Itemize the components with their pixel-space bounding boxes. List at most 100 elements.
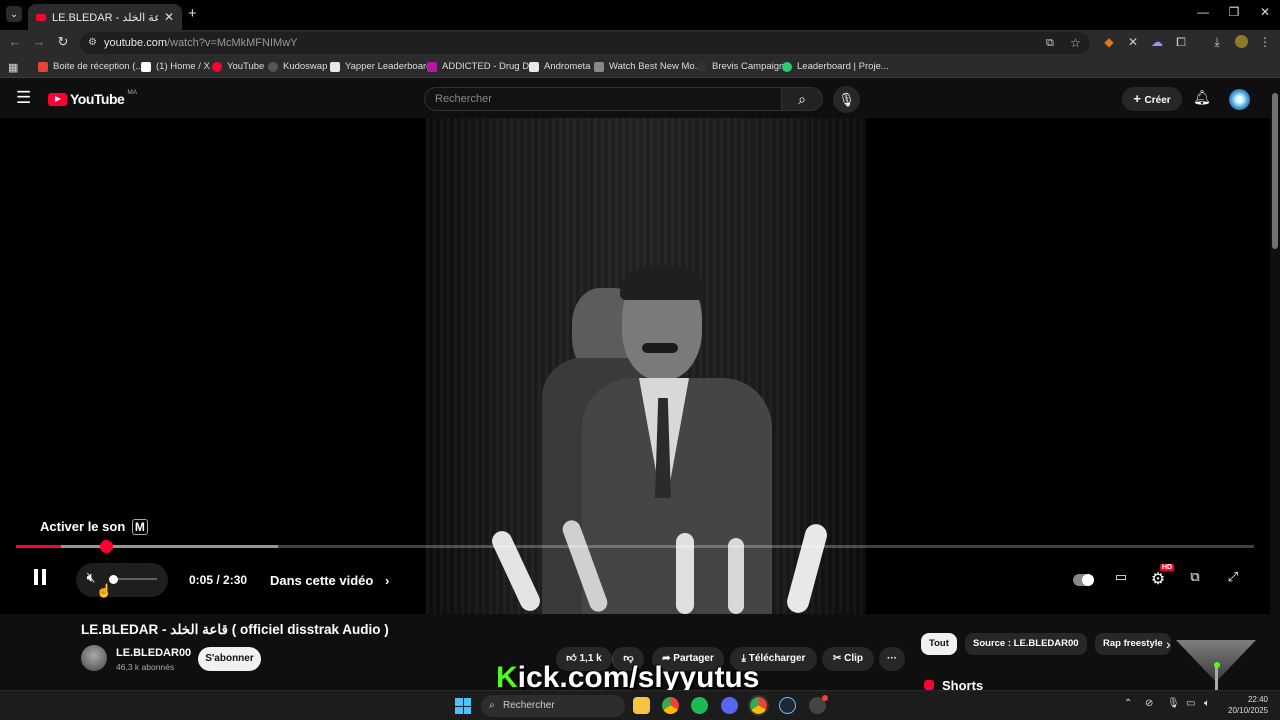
scrollbar-thumb[interactable] <box>1272 93 1278 249</box>
chip-rap-freestyle[interactable]: Rap freestyle <box>1095 633 1171 655</box>
autoplay-toggle[interactable] <box>1073 574 1094 586</box>
bookmark-item[interactable]: YouTube <box>212 61 264 72</box>
account-avatar[interactable] <box>1229 89 1250 110</box>
extension-x-icon[interactable]: ✕ <box>1124 35 1142 49</box>
clip-button[interactable]: ✂ Clip <box>822 647 874 671</box>
youtube-icon <box>212 61 222 72</box>
search-input[interactable]: Rechercher <box>424 87 782 111</box>
steam-icon[interactable] <box>779 697 796 714</box>
back-icon[interactable]: ← <box>6 34 24 49</box>
bookmark-item[interactable]: Leaderboard | Proje... <box>782 61 889 72</box>
search-button[interactable]: ⌕ <box>781 87 823 111</box>
shorts-logo-icon <box>924 680 934 690</box>
movies-icon <box>594 61 604 72</box>
brevis-icon <box>697 61 707 72</box>
install-app-icon[interactable]: ⧉ <box>1046 32 1054 54</box>
browser-tab-strip: ⌄ LE.BLEDAR - قاعة الخلد ( officiel diss… <box>0 0 1280 30</box>
tray-microphone-icon[interactable]: 🎙 <box>1167 698 1180 709</box>
windows-taskbar: ⌕ Rechercher ⌃ ⊘ 🎙 ▭ 🔈︎ 22:40 20/10/2025 <box>0 690 1280 720</box>
window-close-icon[interactable]: ✕ <box>1250 5 1280 19</box>
channel-avatar[interactable] <box>81 645 107 671</box>
chip-all[interactable]: Tout <box>921 633 957 655</box>
notifications-bell-icon[interactable]: 🔔︎ <box>1193 89 1211 106</box>
subscriber-count: 46,3 k abonnés <box>116 662 175 672</box>
clock-date: 20/10/2025 <box>1228 706 1269 715</box>
progress-played <box>16 545 61 548</box>
bookmark-item[interactable]: Brevis Campaign <box>697 61 784 72</box>
youtube-play-logo-icon <box>48 92 67 106</box>
progress-scrubber-handle[interactable] <box>99 540 113 553</box>
gmail-icon <box>38 61 48 72</box>
bookmark-star-icon[interactable]: ☆ <box>1070 32 1081 54</box>
active-tab[interactable]: LE.BLEDAR - قاعة الخلد ( officiel disstr… <box>28 4 182 30</box>
bookmark-item[interactable]: Yapper Leaderboard <box>330 61 431 72</box>
discord-icon[interactable] <box>721 697 738 714</box>
create-button[interactable]: + Créer <box>1122 87 1182 111</box>
andrometa-icon <box>529 61 539 72</box>
subscribe-button[interactable]: S'abonner <box>198 647 261 671</box>
extension-metamask-icon[interactable]: ◆ <box>1100 35 1118 49</box>
chrome-active-icon[interactable] <box>748 695 769 716</box>
page-scrollbar[interactable] <box>1270 79 1280 690</box>
unmute-prompt[interactable]: Activer le son M <box>40 519 148 535</box>
chip-source[interactable]: Source : LE.BLEDAR00 <box>965 633 1087 655</box>
system-clock[interactable]: 22:40 20/10/2025 <box>1228 694 1268 716</box>
video-frame <box>426 118 866 614</box>
subtitles-button[interactable]: ▭ <box>1111 569 1131 585</box>
extensions-puzzle-icon[interactable]: ⧠ <box>1172 35 1190 50</box>
reload-icon[interactable]: ↻ <box>54 34 72 50</box>
spotify-icon[interactable] <box>691 697 708 714</box>
bookmark-item[interactable]: Kudoswap <box>268 61 327 72</box>
chrome-icon[interactable] <box>662 697 679 714</box>
region-code: MA <box>127 88 138 96</box>
guide-menu-icon[interactable]: ☰ <box>16 88 31 108</box>
bookmark-item[interactable]: Boite de réception (... <box>38 61 143 72</box>
tray-volume-icon[interactable]: 🔈︎ <box>1204 698 1210 709</box>
tab-list-button[interactable]: ⌄ <box>6 6 22 22</box>
addicted-icon <box>427 61 437 72</box>
tab-close-icon[interactable]: ✕ <box>164 10 174 24</box>
apps-grid-icon[interactable]: ▦ <box>8 61 18 74</box>
fullscreen-button[interactable]: ⤢ <box>1223 569 1243 585</box>
tray-network-off-icon[interactable]: ⊘ <box>1145 698 1153 709</box>
app-notification-icon[interactable] <box>809 695 828 714</box>
volume-slider[interactable] <box>113 578 157 580</box>
site-info-icon[interactable]: ⚙ <box>88 32 97 54</box>
settings-button[interactable]: ⚙ <box>1148 569 1168 589</box>
profile-avatar-icon[interactable] <box>1232 35 1250 51</box>
downloads-icon[interactable]: ⤓ <box>1208 35 1226 50</box>
tray-chevron-icon[interactable]: ⌃ <box>1124 698 1132 709</box>
youtube-wordmark: YouTube <box>70 91 125 107</box>
voice-search-button[interactable]: 🎙 <box>833 86 860 113</box>
miniplayer-button[interactable]: ⧉ <box>1185 569 1205 585</box>
channel-name[interactable]: LE.BLEDAR00 <box>116 647 191 659</box>
muted-speaker-icon: 🔇︎ <box>86 569 96 585</box>
pause-icon <box>34 569 38 585</box>
bookmark-item[interactable]: Watch Best New Mo... <box>594 61 703 72</box>
start-windows-icon[interactable] <box>455 698 471 714</box>
search-icon: ⌕ <box>489 700 495 711</box>
address-bar[interactable]: ⚙ youtube.com/watch?v=McMkMFNIMwY ⧉ ☆ <box>80 32 1090 54</box>
chapter-button[interactable]: Dans cette vidéo › <box>270 573 389 588</box>
tray-display-icon[interactable]: ▭ <box>1186 698 1195 709</box>
forward-icon[interactable]: → <box>30 34 48 49</box>
more-actions-button[interactable]: ··· <box>879 647 905 671</box>
microphones <box>488 517 830 614</box>
pause-button[interactable] <box>30 569 50 590</box>
taskbar-search[interactable]: ⌕ Rechercher <box>481 695 625 717</box>
video-player[interactable]: Activer le son M 🔇︎ ☝ 0:05 / 2:30 Dans c… <box>0 118 1270 614</box>
bookmark-item[interactable]: (1) Home / X <box>141 61 210 72</box>
youtube-logo[interactable]: YouTube MA <box>48 88 138 107</box>
bookmark-item[interactable]: Andrometa <box>529 61 590 72</box>
minimize-icon[interactable]: — <box>1188 5 1218 19</box>
browser-menu-icon[interactable]: ⋮ <box>1256 35 1274 49</box>
mouse-cursor-icon: ☝ <box>96 583 113 598</box>
file-explorer-icon[interactable] <box>633 697 650 714</box>
new-tab-button[interactable]: + <box>188 5 197 22</box>
bookmark-item[interactable]: ADDICTED - Drug D... <box>427 61 537 72</box>
kudoswap-icon <box>268 61 278 72</box>
extension-cloud-icon[interactable]: ☁ <box>1148 35 1166 49</box>
x-logo-icon <box>141 61 151 72</box>
chips-next-chevron-icon[interactable]: › <box>1166 636 1171 652</box>
restore-icon[interactable]: ❐ <box>1219 5 1249 19</box>
